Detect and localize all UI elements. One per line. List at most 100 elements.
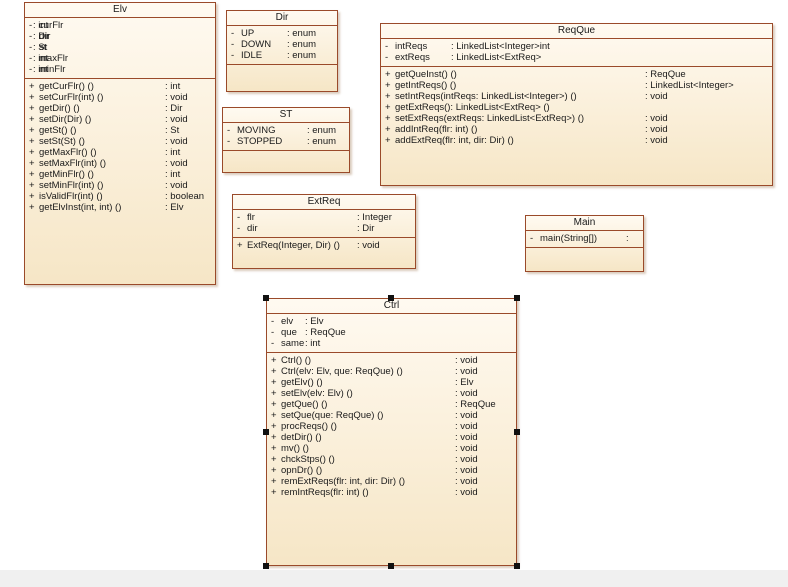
member-name: setExtReqs(extReqs: LinkedList<ExtReq>) … bbox=[395, 113, 585, 124]
attribute-row[interactable]: - STOPPED: enum bbox=[223, 136, 349, 147]
member-type: : void bbox=[165, 114, 188, 125]
selection-handle-top-right[interactable] bbox=[514, 295, 520, 301]
member-name: setIntReqs(intReqs: LinkedList<Integer>)… bbox=[395, 91, 577, 102]
operation-row[interactable]: + getSt() (): St bbox=[25, 125, 215, 136]
operation-row[interactable]: + setSt(St) (): void bbox=[25, 136, 215, 147]
operation-row[interactable]: + remIntReqs(flr: int) (): void bbox=[267, 487, 516, 498]
member-name: que bbox=[281, 327, 297, 338]
class-reqque[interactable]: ReqQue - intReqs: LinkedList<Integer>int -… bbox=[380, 23, 773, 186]
operation-row[interactable]: + mv() (): void bbox=[267, 443, 516, 454]
operation-row[interactable]: + getQueInst() (): ReqQue bbox=[381, 69, 772, 80]
operation-row[interactable]: + getMaxFlr() (): int bbox=[25, 147, 215, 158]
selection-handle-top[interactable] bbox=[388, 295, 394, 301]
visibility-marker: - bbox=[530, 233, 534, 244]
member-type: : void bbox=[645, 124, 668, 135]
member-name: detDir() () bbox=[281, 432, 322, 443]
attribute-row[interactable]: - minFlr: int bbox=[25, 64, 215, 75]
attribute-row[interactable]: - DOWN: enum bbox=[227, 39, 337, 50]
operation-row[interactable]: + opnDr() (): void bbox=[267, 465, 516, 476]
operation-row[interactable]: + chckStps() (): void bbox=[267, 454, 516, 465]
member-type: : Elv bbox=[455, 377, 474, 388]
operation-row[interactable]: + setMaxFlr(int) (): void bbox=[25, 158, 215, 169]
visibility-marker: + bbox=[385, 113, 391, 124]
member-type: : enum bbox=[287, 28, 317, 39]
selection-handle-left[interactable] bbox=[263, 429, 269, 435]
operation-row[interactable]: + setMinFlr(int) (): void bbox=[25, 180, 215, 191]
operation-row[interactable]: + setDir(Dir) (): void bbox=[25, 114, 215, 125]
class-main[interactable]: Main - main(String[]): bbox=[525, 215, 644, 272]
member-type: : LinkedList<Integer>int bbox=[451, 41, 550, 52]
selection-handle-right[interactable] bbox=[514, 429, 520, 435]
attribute-row[interactable]: - dir: Dir bbox=[233, 223, 415, 234]
operation-row[interactable]: + remExtReqs(flr: int, dir: Dir) (): void bbox=[267, 476, 516, 487]
visibility-marker: + bbox=[271, 432, 277, 443]
attribute-row[interactable]: - UP: enum bbox=[227, 28, 337, 39]
attribute-row[interactable]: - dir: Dir bbox=[25, 31, 215, 42]
attribute-row[interactable]: - same: int bbox=[267, 338, 516, 349]
attributes-section: - intReqs: LinkedList<Integer>int - extReqs… bbox=[381, 39, 772, 67]
class-title: Elv bbox=[25, 3, 215, 18]
operation-row[interactable]: + setCurFlr(int) (): void bbox=[25, 92, 215, 103]
operations-section: + Ctrl() (): void + Ctrl(elv: Elv, que: Req… bbox=[267, 353, 516, 501]
member-type: : int bbox=[33, 20, 49, 31]
attribute-row[interactable]: - intReqs: LinkedList<Integer>int bbox=[381, 41, 772, 52]
attribute-row[interactable]: - flr: Integer bbox=[233, 212, 415, 223]
operation-row[interactable]: + setExtReqs(extReqs: LinkedList<ExtReq>)… bbox=[381, 113, 772, 124]
visibility-marker: + bbox=[271, 454, 277, 465]
attribute-row[interactable]: - IDLE: enum bbox=[227, 50, 337, 61]
operation-row[interactable]: + getDir() (): Dir bbox=[25, 103, 215, 114]
member-type: : void bbox=[357, 240, 380, 251]
operation-row[interactable]: + getElvInst(int, int) (): Elv bbox=[25, 202, 215, 213]
visibility-marker: + bbox=[271, 366, 277, 377]
selection-handle-bottom[interactable] bbox=[388, 563, 394, 569]
operation-row[interactable]: + detDir() (): void bbox=[267, 432, 516, 443]
attribute-row[interactable]: - MOVING: enum bbox=[223, 125, 349, 136]
operation-row[interactable]: + getMinFlr() (): int bbox=[25, 169, 215, 180]
visibility-marker: + bbox=[385, 91, 391, 102]
operation-row[interactable]: + getExtReqs(): LinkedList<ExtReq> () bbox=[381, 102, 772, 113]
class-elv[interactable]: Elv - curFlr: int - dir: Dir - st: St - maxFlr:… bbox=[24, 2, 216, 285]
selection-handle-bottom-left[interactable] bbox=[263, 563, 269, 569]
operation-row[interactable]: + Ctrl(elv: Elv, que: ReqQue) (): void bbox=[267, 366, 516, 377]
member-type: : Dir bbox=[357, 223, 375, 234]
operation-row[interactable]: + setQue(que: ReqQue) (): void bbox=[267, 410, 516, 421]
member-type: : bbox=[626, 233, 629, 244]
visibility-marker: + bbox=[271, 410, 277, 421]
visibility-marker: + bbox=[385, 124, 391, 135]
operation-row[interactable]: + Ctrl() (): void bbox=[267, 355, 516, 366]
attribute-row[interactable]: - st: St bbox=[25, 42, 215, 53]
operation-row[interactable]: + getIntReqs() (): LinkedList<Integer> bbox=[381, 80, 772, 91]
class-ctrl[interactable]: Ctrl - elv: Elv - que: ReqQue - same: int + Ct… bbox=[266, 298, 517, 566]
operation-row[interactable]: + getCurFlr() (): int bbox=[25, 81, 215, 92]
operation-row[interactable]: + ExtReq(Integer, Dir) (): void bbox=[233, 240, 415, 251]
operation-row[interactable]: + setElv(elv: Elv) (): void bbox=[267, 388, 516, 399]
member-type: : enum bbox=[307, 125, 337, 136]
attribute-row[interactable]: - elv: Elv bbox=[267, 316, 516, 327]
operation-row[interactable]: + getElv() (): Elv bbox=[267, 377, 516, 388]
member-name: intReqs bbox=[395, 41, 428, 52]
class-extreq[interactable]: ExtReq - flr: Integer - dir: Dir + ExtReq(In… bbox=[232, 194, 416, 269]
operation-row[interactable]: + isValidFlr(int) (): boolean bbox=[25, 191, 215, 202]
class-st[interactable]: ST - MOVING: enum - STOPPED: enum bbox=[222, 107, 350, 173]
operation-row[interactable]: + procReqs() (): void bbox=[267, 421, 516, 432]
member-name: getMaxFlr() () bbox=[39, 147, 97, 158]
operation-row[interactable]: + setIntReqs(intReqs: LinkedList<Integer>… bbox=[381, 91, 772, 102]
member-name: MOVING bbox=[237, 125, 276, 136]
class-title: ReqQue bbox=[381, 24, 772, 39]
member-type: : LinkedList<Integer> bbox=[645, 80, 734, 91]
attribute-row[interactable]: - curFlr: int bbox=[25, 20, 215, 31]
operation-row[interactable]: + addIntReq(flr: int) (): void bbox=[381, 124, 772, 135]
visibility-marker: + bbox=[271, 388, 277, 399]
selection-handle-top-left[interactable] bbox=[263, 295, 269, 301]
operation-row[interactable]: + getQue() (): ReqQue bbox=[267, 399, 516, 410]
visibility-marker: + bbox=[271, 421, 277, 432]
visibility-marker: + bbox=[29, 169, 35, 180]
visibility-marker: + bbox=[237, 240, 243, 251]
attribute-row[interactable]: - maxFlr: int bbox=[25, 53, 215, 64]
selection-handle-bottom-right[interactable] bbox=[514, 563, 520, 569]
operation-row[interactable]: + addExtReq(flr: int, dir: Dir) (): void bbox=[381, 135, 772, 146]
class-dir[interactable]: Dir - UP: enum - DOWN: enum - IDLE: enum bbox=[226, 10, 338, 92]
attribute-row[interactable]: - main(String[]): bbox=[526, 233, 643, 244]
attribute-row[interactable]: - extReqs: LinkedList<ExtReq> bbox=[381, 52, 772, 63]
attribute-row[interactable]: - que: ReqQue bbox=[267, 327, 516, 338]
